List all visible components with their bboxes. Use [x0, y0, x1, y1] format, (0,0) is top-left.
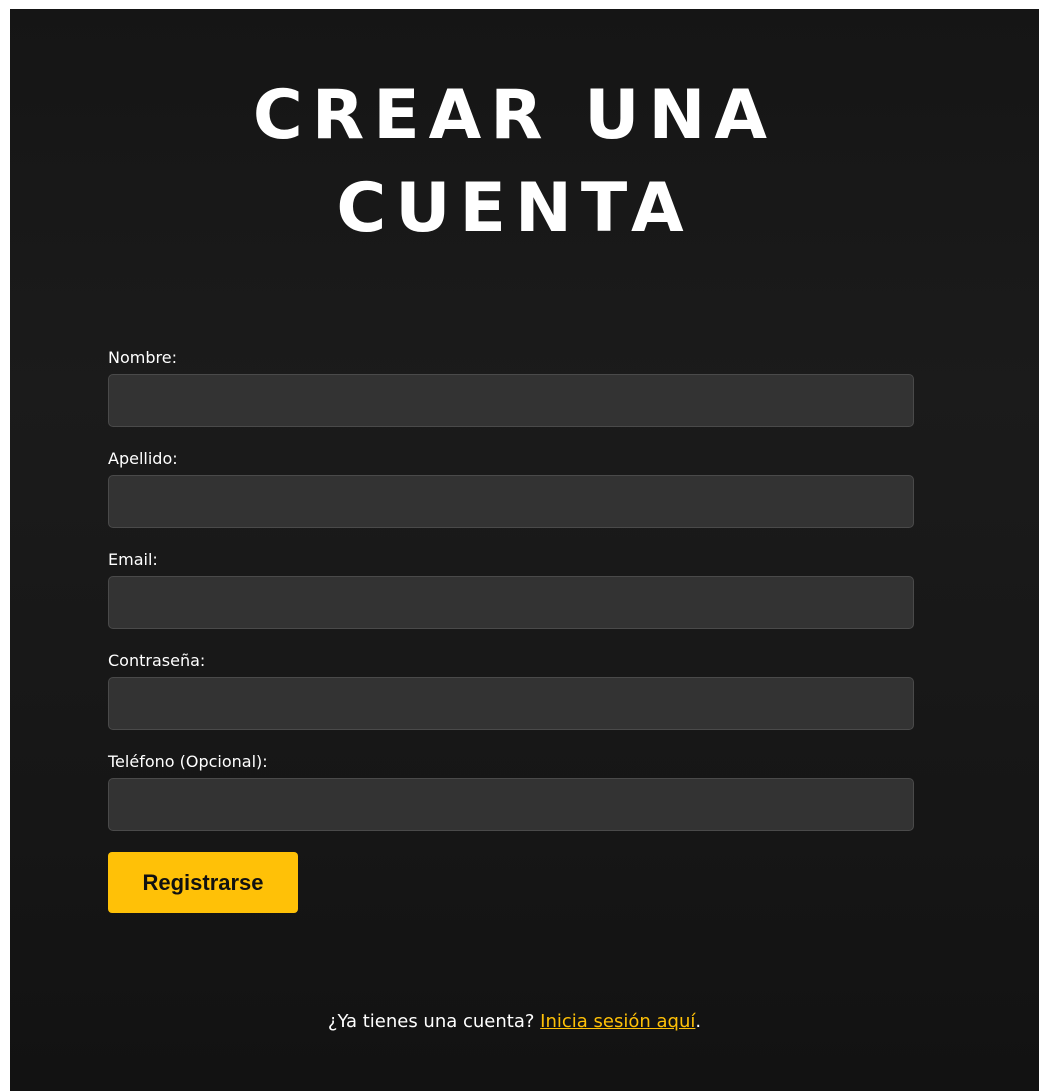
login-link[interactable]: Inicia sesión aquí: [540, 1011, 695, 1032]
page-title-line-2: CUENTA: [336, 169, 693, 248]
login-prompt: ¿Ya tienes una cuenta? Inicia sesión aqu…: [10, 1009, 1019, 1035]
page-title-line-1: CREAR UNA: [252, 76, 777, 155]
apellido-label: Apellido:: [108, 449, 178, 468]
password-label: Contraseña:: [108, 651, 206, 670]
phone-input[interactable]: [108, 778, 914, 831]
login-prompt-text: ¿Ya tienes una cuenta?: [327, 1011, 541, 1032]
email-label: Email:: [108, 550, 158, 569]
field-apellido: Apellido:: [108, 448, 914, 528]
page-title: CREAR UNA CUENTA: [10, 69, 1019, 255]
register-button[interactable]: Registrarse: [108, 852, 298, 913]
apellido-input[interactable]: [108, 475, 914, 528]
field-telefono: Teléfono (Opcional):: [108, 751, 914, 831]
register-page: CREAR UNA CUENTA Nombre: Apellido: Email…: [10, 9, 1039, 1091]
phone-label: Teléfono (Opcional):: [108, 752, 268, 771]
field-email: Email:: [108, 549, 914, 629]
nombre-input[interactable]: [108, 374, 914, 427]
nombre-label: Nombre:: [108, 348, 177, 367]
field-contrasena: Contraseña:: [108, 650, 914, 730]
field-nombre: Nombre:: [108, 347, 914, 427]
password-input[interactable]: [108, 677, 914, 730]
register-form: Nombre: Apellido: Email: Contraseña: Tel…: [108, 347, 914, 913]
email-input[interactable]: [108, 576, 914, 629]
login-prompt-suffix: .: [695, 1011, 702, 1032]
